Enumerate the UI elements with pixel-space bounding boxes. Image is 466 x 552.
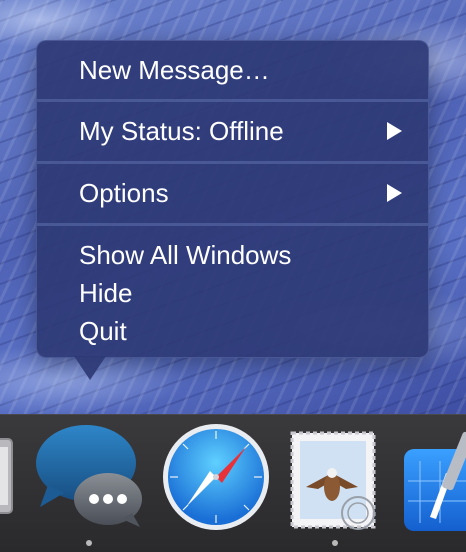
- running-indicator: [86, 540, 92, 546]
- partial-app-icon: [0, 438, 13, 514]
- dock-context-menu: New Message… My Status: Offline Options …: [36, 40, 429, 358]
- dock: [0, 414, 466, 552]
- menu-item-quit[interactable]: Quit: [37, 312, 428, 350]
- menu-item-label: New Message…: [79, 55, 270, 85]
- menu-item-show-all-windows[interactable]: Show All Windows: [37, 236, 428, 274]
- menu-item-label: Show All Windows: [79, 240, 292, 270]
- dock-item-partial[interactable]: [0, 435, 14, 517]
- submenu-arrow-icon: [387, 184, 402, 202]
- submenu-arrow-icon: [387, 122, 402, 140]
- menu-separator: [37, 99, 428, 102]
- mail-icon: [290, 431, 376, 530]
- menu-item-my-status[interactable]: My Status: Offline: [37, 112, 428, 150]
- menu-pointer: [74, 356, 106, 380]
- menu-separator: [37, 161, 428, 164]
- dock-item-safari[interactable]: [162, 423, 270, 531]
- menu-item-label: Hide: [79, 278, 133, 308]
- menu-item-options[interactable]: Options: [37, 174, 428, 212]
- running-indicator: [332, 540, 338, 546]
- dock-item-mail[interactable]: [288, 429, 384, 533]
- dock-item-xcode[interactable]: [400, 431, 466, 531]
- menu-item-hide[interactable]: Hide: [37, 274, 428, 312]
- xcode-icon: [404, 431, 466, 531]
- menu-separator: [37, 223, 428, 226]
- menu-item-label: Quit: [79, 316, 127, 346]
- safari-icon: [163, 424, 269, 530]
- menu-item-label: My Status: Offline: [79, 116, 284, 146]
- menu-item-new-message[interactable]: New Message…: [37, 51, 428, 89]
- menu-item-label: Options: [79, 178, 169, 208]
- dock-item-messages[interactable]: [34, 423, 146, 535]
- messages-icon: [36, 425, 142, 527]
